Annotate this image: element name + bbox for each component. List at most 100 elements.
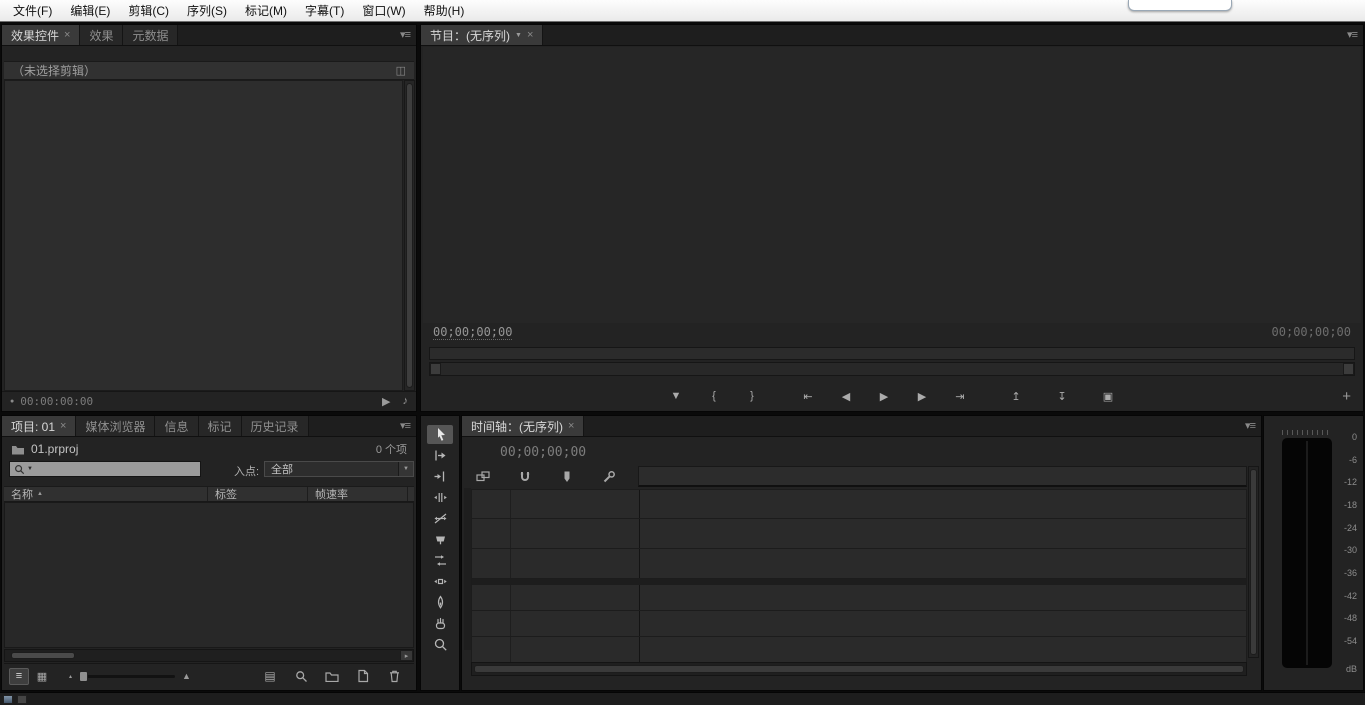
tab-effects[interactable]: 效果 <box>80 25 123 45</box>
settings-wrench-icon[interactable] <box>600 469 618 484</box>
menu-clip[interactable]: 剪辑(C) <box>119 0 178 22</box>
mark-in-button[interactable]: { <box>703 387 725 405</box>
effect-controls-scrollbar[interactable] <box>404 80 415 391</box>
go-to-in-button[interactable]: ⇤ <box>797 387 819 405</box>
razor-tool[interactable] <box>427 530 453 549</box>
chevron-down-icon[interactable]: ▼ <box>515 32 522 39</box>
column-header-framerate[interactable]: 帧速率 <box>308 487 408 501</box>
tab-metadata[interactable]: 元数据 <box>123 25 178 45</box>
search-input[interactable]: ▼ <box>9 461 201 477</box>
close-icon[interactable]: × <box>568 420 574 432</box>
step-back-button[interactable]: ◀ <box>835 387 857 405</box>
panel-menu-icon[interactable]: ▾≡ <box>1347 28 1357 41</box>
audio-track-3[interactable] <box>471 637 1247 663</box>
scrollbar-thumb[interactable] <box>1250 469 1257 655</box>
tab-info[interactable]: 信息 <box>155 416 198 436</box>
audio-track-2[interactable] <box>471 611 1247 637</box>
program-time-ruler[interactable] <box>429 347 1355 360</box>
program-zoom-scrollbar[interactable] <box>429 362 1355 376</box>
icon-view-button[interactable]: ▦ <box>32 668 52 685</box>
slide-tool[interactable] <box>427 572 453 591</box>
scrollbar-thumb[interactable] <box>11 652 75 659</box>
project-horizontal-scrollbar[interactable]: ▸ <box>4 649 414 662</box>
timeline-view-toggle-icon[interactable]: ◫ <box>396 64 406 77</box>
project-file-name[interactable]: 01.prproj <box>31 442 78 456</box>
project-item-list[interactable] <box>4 502 414 648</box>
status-icon-1[interactable] <box>3 695 13 704</box>
menu-edit[interactable]: 编辑(E) <box>61 0 119 22</box>
export-frame-button[interactable]: ▣ <box>1097 387 1119 405</box>
close-icon[interactable]: × <box>64 29 70 41</box>
step-forward-button[interactable]: ▶ <box>911 387 933 405</box>
hand-tool[interactable] <box>427 614 453 633</box>
new-bin-button[interactable] <box>323 668 341 685</box>
chevron-down-icon[interactable]: ▼ <box>398 462 413 476</box>
program-current-timecode[interactable]: 00;00;00;00 <box>433 325 512 340</box>
extract-button[interactable]: ↧ <box>1051 387 1073 405</box>
timeline-horizontal-scrollbar[interactable] <box>471 662 1247 676</box>
tab-timeline[interactable]: 时间轴：(无序列) × <box>462 416 584 436</box>
rate-stretch-tool[interactable] <box>427 509 453 528</box>
effect-controls-timecode[interactable]: 00:00:00:00 <box>20 395 93 408</box>
timeline-vertical-scrollbar[interactable] <box>1248 466 1259 658</box>
panel-menu-icon[interactable]: ▾≡ <box>400 28 410 41</box>
new-item-button[interactable] <box>354 668 372 685</box>
tab-effect-controls[interactable]: 效果控件 × <box>2 25 80 45</box>
slip-tool[interactable] <box>427 551 453 570</box>
zoombar-right-handle[interactable] <box>1343 363 1354 375</box>
zoom-in-icon[interactable]: ▲ <box>182 671 191 681</box>
ripple-edit-tool[interactable] <box>427 467 453 486</box>
delete-button[interactable] <box>385 668 403 685</box>
selection-tool[interactable] <box>427 425 453 444</box>
lift-button[interactable]: ↥ <box>1005 387 1027 405</box>
close-icon[interactable]: × <box>60 420 66 432</box>
track-select-tool[interactable] <box>427 446 453 465</box>
video-track-1[interactable] <box>471 549 1247 579</box>
zoombar-left-handle[interactable] <box>430 363 441 375</box>
list-view-button[interactable]: ≡ <box>9 668 29 685</box>
window-controls-fragment[interactable] <box>1128 0 1232 11</box>
menu-sequence[interactable]: 序列(S) <box>178 0 236 22</box>
play-audio-icon[interactable]: ▶ <box>382 395 390 408</box>
find-button[interactable] <box>292 668 310 685</box>
button-editor-plus-button[interactable]: + <box>1342 385 1351 407</box>
tab-markers[interactable]: 标记 <box>199 416 242 436</box>
status-icon-2[interactable] <box>17 695 27 704</box>
mark-out-button[interactable]: } <box>741 387 763 405</box>
column-header-label[interactable]: 标签 <box>208 487 308 501</box>
tab-project[interactable]: 项目: 01 × <box>2 416 76 436</box>
tab-media-browser[interactable]: 媒体浏览器 <box>76 416 155 436</box>
play-button[interactable]: ▶ <box>873 387 895 405</box>
timeline-time-ruler[interactable] <box>638 466 1247 487</box>
video-track-3[interactable] <box>471 489 1247 519</box>
audio-level-meters[interactable] <box>1282 438 1332 668</box>
go-to-out-button[interactable]: ⇥ <box>949 387 971 405</box>
menu-window[interactable]: 窗口(W) <box>353 0 414 22</box>
scrollbar-thumb[interactable] <box>474 665 1244 673</box>
snap-icon[interactable] <box>516 469 534 484</box>
tab-program[interactable]: 节目：(无序列) ▼ × <box>421 25 543 45</box>
audio-track-1[interactable] <box>471 585 1247 611</box>
insert-nest-icon[interactable] <box>474 469 492 484</box>
tab-history[interactable]: 历史记录 <box>242 416 309 436</box>
chevron-down-icon[interactable]: ▼ <box>27 466 33 472</box>
pen-tool[interactable] <box>427 593 453 612</box>
menu-marker[interactable]: 标记(M) <box>236 0 296 22</box>
scroll-right-arrow-icon[interactable]: ▸ <box>400 650 413 661</box>
add-marker-icon[interactable] <box>558 469 576 484</box>
automate-to-sequence-button[interactable]: ▤ <box>261 668 279 685</box>
timeline-timecode[interactable]: 00;00;00;00 <box>500 445 586 460</box>
zoom-out-icon[interactable]: ▴ <box>69 673 72 680</box>
add-marker-button[interactable]: ▼ <box>665 387 687 405</box>
panel-menu-icon[interactable]: ▾≡ <box>1245 419 1255 432</box>
panel-menu-icon[interactable]: ▾≡ <box>400 419 410 432</box>
audio-units-icon[interactable]: ♪ <box>403 395 409 408</box>
zoom-slider-handle[interactable] <box>79 671 88 682</box>
column-header-name[interactable]: 名称 ▲ <box>4 487 208 501</box>
close-icon[interactable]: × <box>527 29 533 41</box>
scrollbar-thumb[interactable] <box>406 83 413 388</box>
zoom-tool[interactable] <box>427 635 453 654</box>
zoom-slider[interactable] <box>79 675 175 678</box>
menu-help[interactable]: 帮助(H) <box>415 0 474 22</box>
video-track-2[interactable] <box>471 519 1247 549</box>
